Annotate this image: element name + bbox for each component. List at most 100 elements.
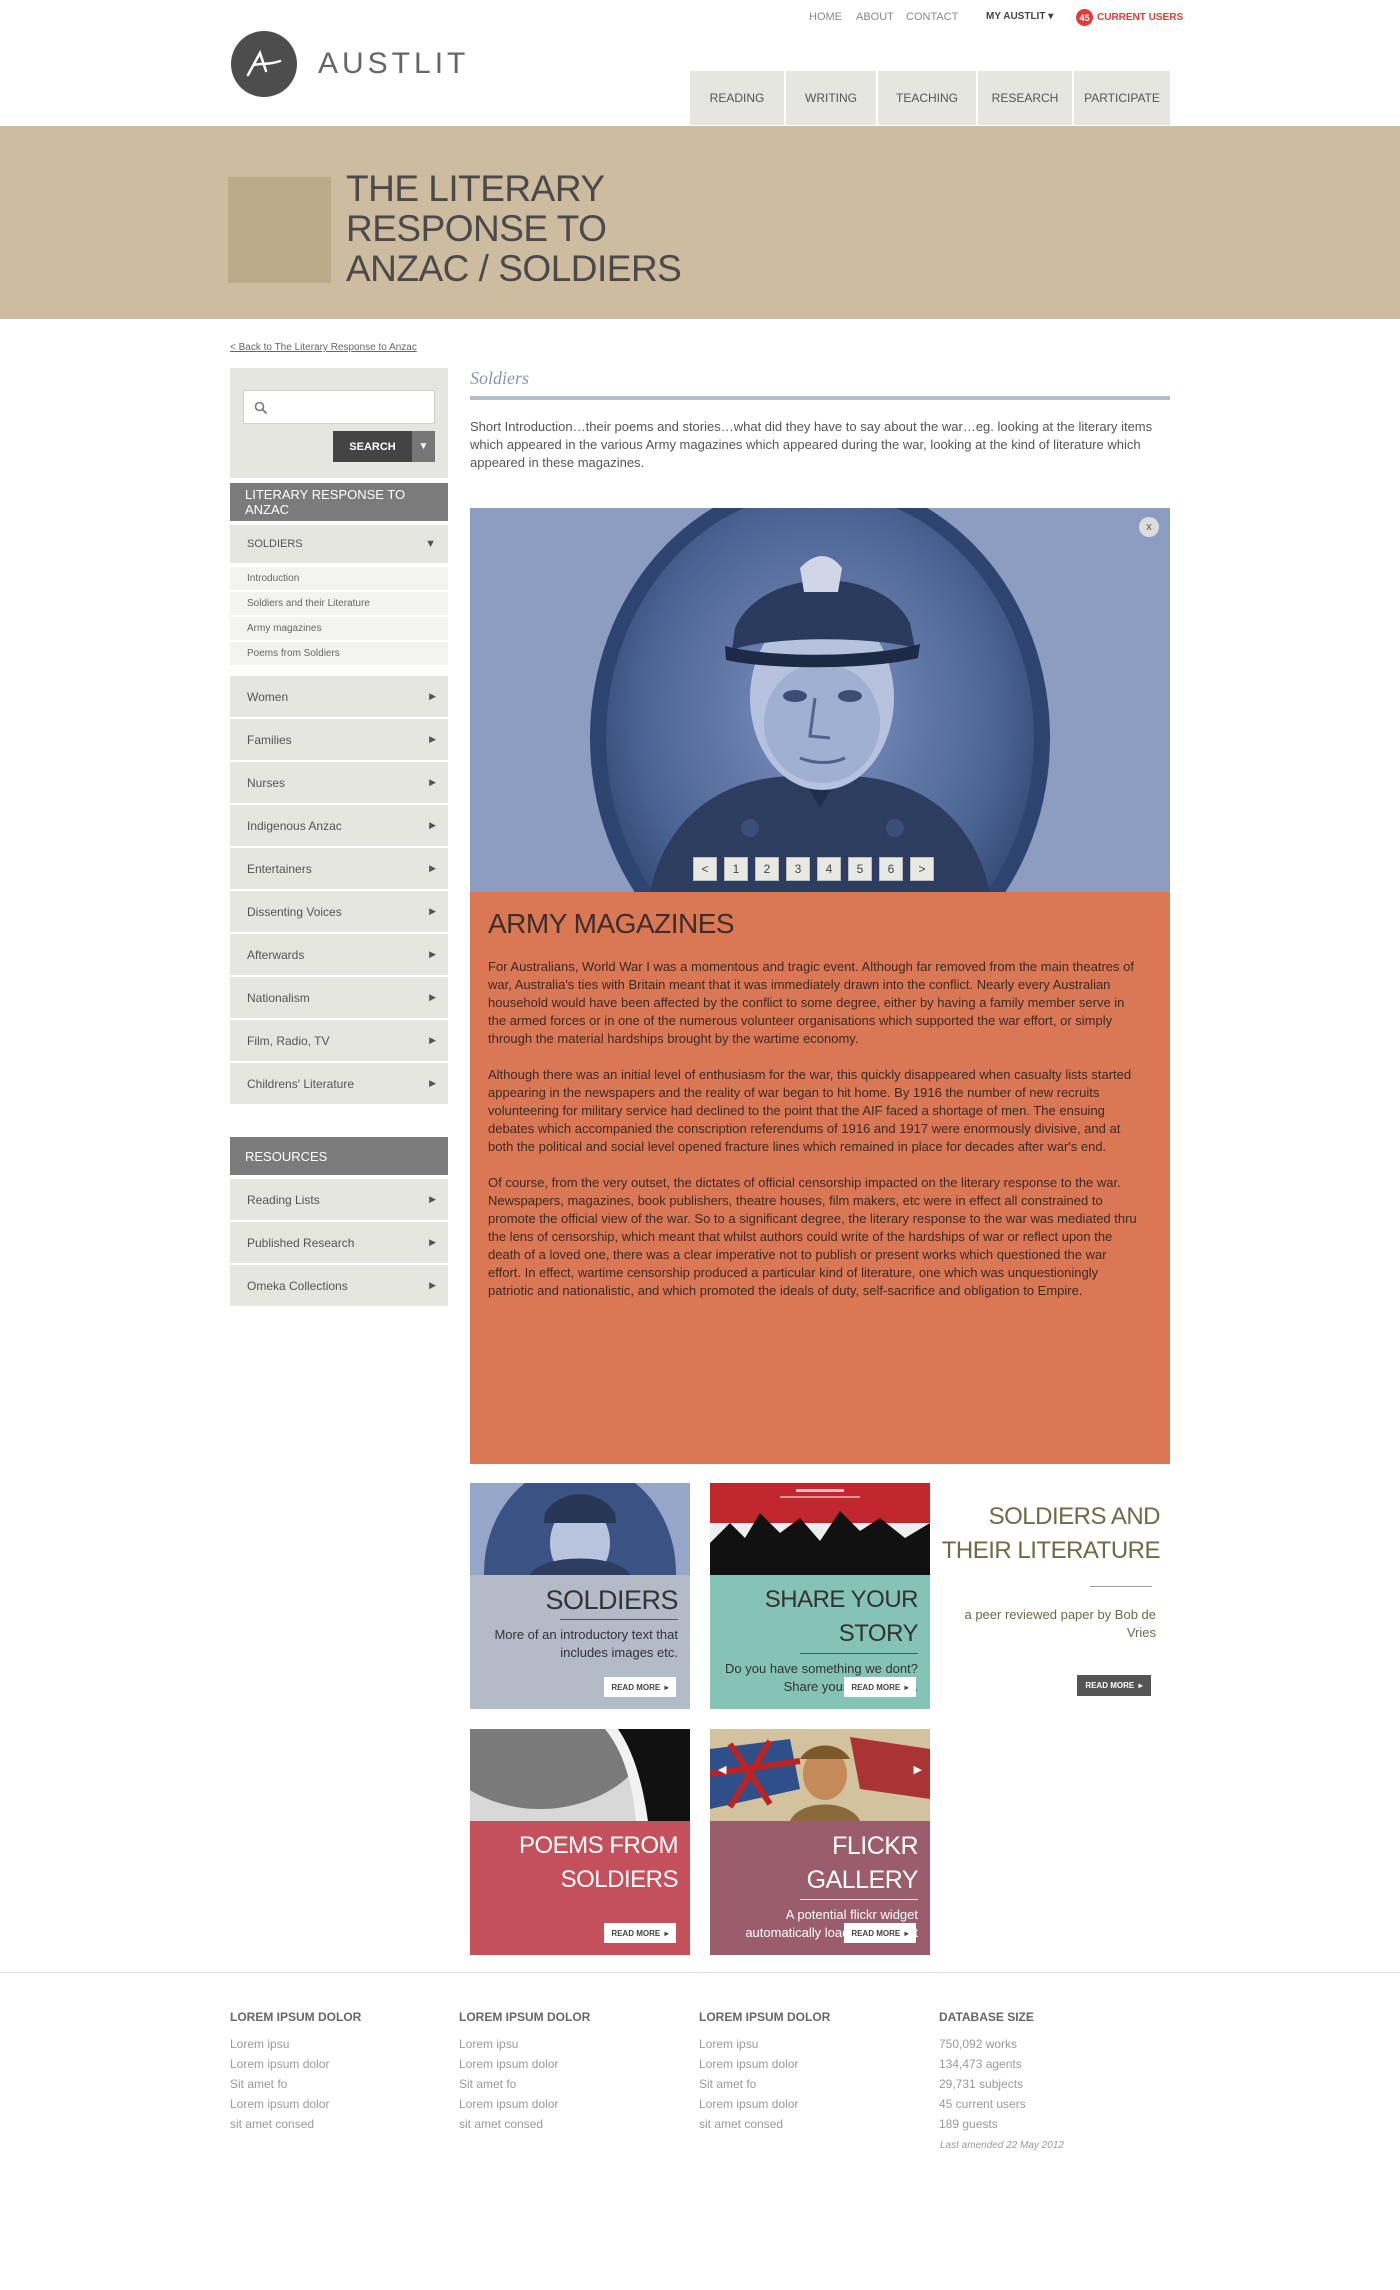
top-link-about[interactable]: ABOUT: [856, 11, 894, 23]
nav-tab-participate[interactable]: PARTICIPATE: [1074, 71, 1170, 125]
sidebar-item-label: Dissenting Voices: [247, 904, 342, 919]
read-more-button[interactable]: READ MORE ▸: [844, 1923, 916, 1943]
sidebar-item-childrens-literature[interactable]: Childrens' Literature ▶: [230, 1063, 448, 1104]
sidebar-resources-header[interactable]: RESOURCES: [230, 1137, 448, 1175]
gallery-next-icon[interactable]: ▶: [914, 1763, 922, 1776]
top-link-home[interactable]: HOME: [809, 11, 842, 23]
banner-thumbnail: [228, 177, 331, 283]
card-title: SOLDIERS: [545, 1585, 678, 1615]
helmet-image: [470, 1729, 690, 1821]
feature-read-more-button[interactable]: READ MORE ▸: [1077, 1675, 1151, 1696]
read-more-button[interactable]: READ MORE ▸: [604, 1923, 676, 1943]
sidebar-item-label: Indigenous Anzac: [247, 818, 342, 833]
logo-text[interactable]: AUSTLIT: [318, 47, 469, 81]
top-link-contact[interactable]: CONTACT: [906, 11, 958, 23]
footer-link[interactable]: Lorem ipsum dolor: [230, 2094, 430, 2114]
page-title-line: RESPONSE TO: [346, 208, 607, 249]
nav-tab-research[interactable]: RESEARCH: [978, 71, 1074, 125]
sidebar-item-film-radio-tv[interactable]: Film, Radio, TV ▶: [230, 1020, 448, 1061]
read-more-button[interactable]: READ MORE ▸: [604, 1677, 676, 1697]
play-icon: ▸: [664, 1682, 669, 1692]
pagination-page-4[interactable]: 4: [817, 857, 841, 881]
stat-subjects: 29,731 subjects: [939, 2077, 1024, 2091]
chevron-right-icon: ▶: [429, 691, 436, 701]
pagination-page-6[interactable]: 6: [879, 857, 903, 881]
pagination-page-5[interactable]: 5: [848, 857, 872, 881]
card-flickr-gallery[interactable]: ◀ ▶ FLICKR GALLERY A potential flickr wi…: [710, 1729, 930, 1955]
card-body: SHARE YOUR STORY Do you have something w…: [710, 1575, 930, 1709]
sidebar-item-entertainers[interactable]: Entertainers ▶: [230, 848, 448, 889]
sidebar-item-published-research[interactable]: Published Research ▶: [230, 1222, 448, 1263]
search-button[interactable]: SEARCH: [333, 431, 412, 462]
nav-tab-reading[interactable]: READING: [690, 71, 786, 125]
sidebar-item-dissenting-voices[interactable]: Dissenting Voices ▶: [230, 891, 448, 932]
card-body: POEMS FROM SOLDIERS READ MORE ▸: [470, 1821, 690, 1955]
pagination-page-2[interactable]: 2: [755, 857, 779, 881]
footer-divider: [0, 1972, 1400, 1973]
footer-link[interactable]: Sit amet fo: [459, 2074, 659, 2094]
read-more-button[interactable]: READ MORE ▸: [844, 1677, 916, 1697]
film-poster-image: [710, 1483, 930, 1575]
caret-down-icon: ▾: [1048, 11, 1054, 22]
read-more-label: READ MORE: [851, 1682, 901, 1692]
search-input[interactable]: [243, 390, 435, 424]
footer-column: LOREM IPSUM DOLOR Lorem ipsu Lorem ipsum…: [459, 2010, 659, 2134]
sidebar-item-families[interactable]: Families ▶: [230, 719, 448, 760]
card-poems-from-soldiers[interactable]: POEMS FROM SOLDIERS READ MORE ▸: [470, 1729, 690, 1955]
card-soldiers[interactable]: SOLDIERS More of an introductory text th…: [470, 1483, 690, 1709]
card-image: [470, 1729, 690, 1821]
footer-link[interactable]: sit amet consed: [459, 2114, 659, 2134]
play-icon: ▸: [664, 1928, 669, 1938]
nav-tab-writing[interactable]: WRITING: [786, 71, 878, 125]
footer-link[interactable]: Lorem ipsum dolor: [459, 2094, 659, 2114]
nav-tab-teaching[interactable]: TEACHING: [878, 71, 978, 125]
footer-link[interactable]: sit amet consed: [230, 2114, 430, 2134]
sidebar-subitem-introduction[interactable]: Introduction: [230, 567, 448, 590]
footer-link[interactable]: Lorem ipsu: [459, 2034, 659, 2054]
sidebar-subitem-poems[interactable]: Poems from Soldiers: [230, 642, 448, 665]
pagination-next[interactable]: >: [910, 857, 934, 881]
my-austlit-menu[interactable]: MY AUSTLIT ▾: [986, 11, 1053, 22]
current-users-link[interactable]: CURRENT USERS: [1097, 12, 1183, 23]
pagination-page-1[interactable]: 1: [724, 857, 748, 881]
card-text: More of an introductory text that includ…: [494, 1627, 678, 1660]
soldier-thumbnail-image: [470, 1483, 690, 1575]
footer-link[interactable]: Lorem ipsum dolor: [459, 2054, 659, 2074]
sidebar-section-header[interactable]: LITERARY RESPONSE TO ANZAC: [230, 483, 448, 521]
back-link[interactable]: < Back to The Literary Response to Anzac: [230, 342, 417, 353]
sidebar-item-women[interactable]: Women ▶: [230, 676, 448, 717]
hero-image: [470, 508, 1170, 892]
footer-link[interactable]: Lorem ipsum dolor: [699, 2094, 899, 2114]
footer-link[interactable]: sit amet consed: [699, 2114, 899, 2134]
sidebar-item-afterwards[interactable]: Afterwards ▶: [230, 934, 448, 975]
sidebar-item-nurses[interactable]: Nurses ▶: [230, 762, 448, 803]
section-title: Soldiers: [470, 368, 530, 388]
play-icon: ▸: [904, 1928, 909, 1938]
search-options-dropdown[interactable]: ▼: [412, 431, 435, 462]
sidebar-subitem-soldiers-literature[interactable]: Soldiers and their Literature: [230, 592, 448, 615]
footer-link[interactable]: Sit amet fo: [699, 2074, 899, 2094]
sidebar-item-soldiers[interactable]: SOLDIERS ▼: [230, 525, 448, 563]
footer-link[interactable]: Lorem ipsum dolor: [699, 2054, 899, 2074]
card-share-your-story[interactable]: SHARE YOUR STORY Do you have something w…: [710, 1483, 930, 1709]
sidebar-item-reading-lists[interactable]: Reading Lists ▶: [230, 1179, 448, 1220]
sidebar-subitem-army-magazines[interactable]: Army magazines: [230, 617, 448, 640]
sidebar-item-label: SOLDIERS: [247, 538, 303, 550]
feature-description: a peer reviewed paper by Bob de Vries: [964, 1607, 1156, 1640]
footer-link[interactable]: Lorem ipsu: [230, 2034, 430, 2054]
footer-link[interactable]: Lorem ipsu: [699, 2034, 899, 2054]
read-more-label: READ MORE: [1085, 1681, 1135, 1690]
caret-down-icon: ▼: [418, 441, 429, 452]
sidebar-item-nationalism[interactable]: Nationalism ▶: [230, 977, 448, 1018]
sidebar-item-indigenous-anzac[interactable]: Indigenous Anzac ▶: [230, 805, 448, 846]
pagination-page-3[interactable]: 3: [786, 857, 810, 881]
logo-mark[interactable]: [231, 31, 297, 97]
gallery-prev-icon[interactable]: ◀: [718, 1763, 726, 1776]
users-count-badge: 45: [1076, 9, 1093, 26]
footer-link[interactable]: Lorem ipsum dolor: [230, 2054, 430, 2074]
pagination-prev[interactable]: <: [693, 857, 717, 881]
close-icon[interactable]: x: [1139, 517, 1159, 537]
sidebar-item-omeka-collections[interactable]: Omeka Collections ▶: [230, 1265, 448, 1306]
stat-guests: 189 guests: [939, 2117, 998, 2131]
footer-link[interactable]: Sit amet fo: [230, 2074, 430, 2094]
